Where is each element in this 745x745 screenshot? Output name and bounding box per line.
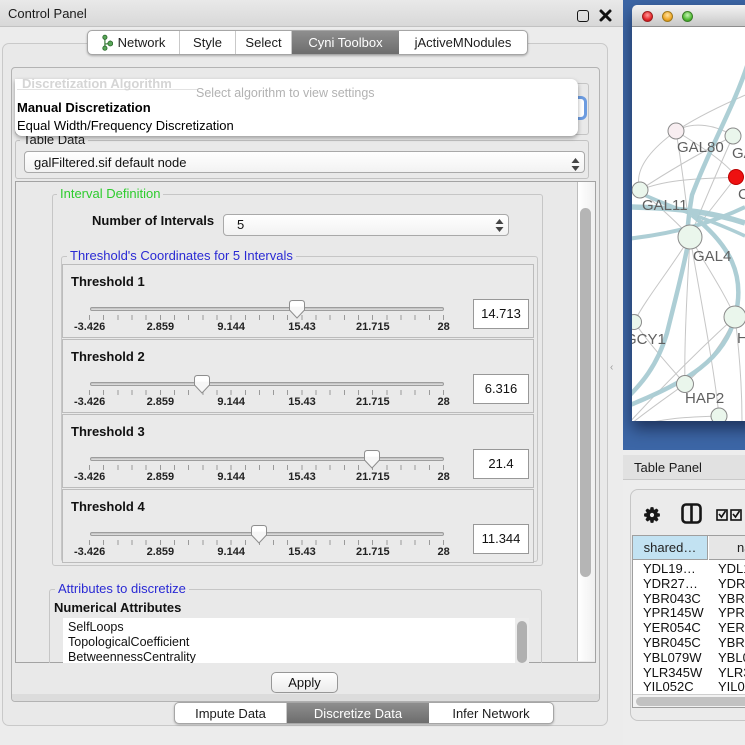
svg-text:HAP2: HAP2	[685, 390, 724, 407]
svg-text:GAL11: GAL11	[642, 197, 688, 214]
svg-text:H: H	[737, 330, 745, 347]
svg-text:GCY1: GCY1	[632, 331, 666, 348]
svg-text:GAL80: GAL80	[677, 139, 724, 156]
svg-text:GAL4: GAL4	[693, 248, 731, 265]
svg-text:C: C	[738, 186, 745, 203]
svg-text:GA: GA	[732, 145, 745, 162]
